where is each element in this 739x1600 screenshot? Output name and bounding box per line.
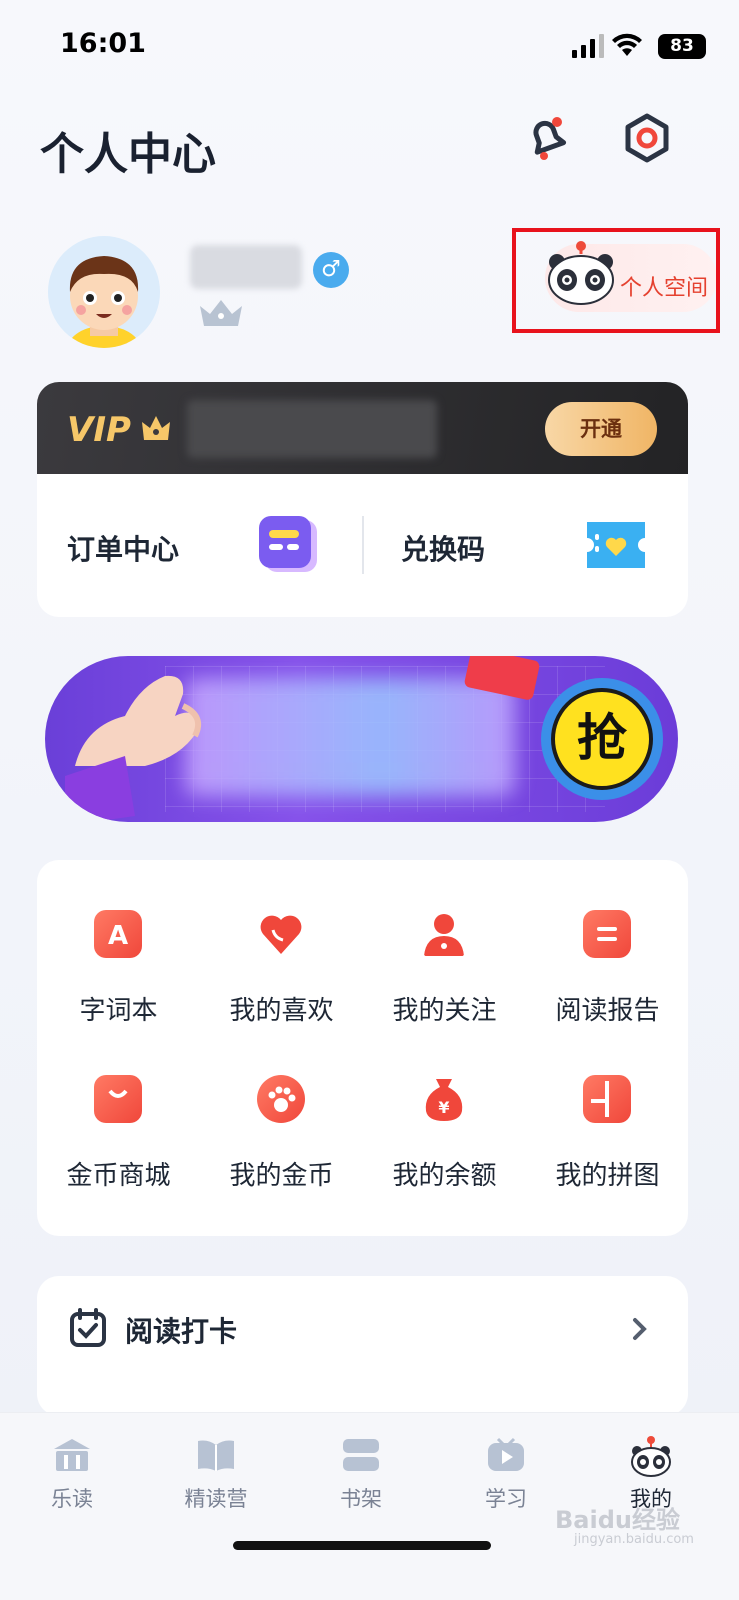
grab-label: 抢 (551, 688, 653, 790)
calendar-check-icon (70, 1308, 106, 1347)
reading-checkin-row[interactable]: 阅读打卡 (37, 1276, 688, 1416)
heart-icon (260, 915, 302, 954)
battery-indicator: 83 (658, 34, 706, 59)
avatar[interactable] (48, 236, 160, 348)
vip-services-card: VIP 开通 订单中心 兑换码 (37, 382, 688, 617)
highlight-box (512, 228, 720, 333)
paw-coin-icon (257, 1075, 305, 1123)
bookshelf-icon (343, 1439, 379, 1471)
feature-word-book[interactable]: A 字词本 (37, 860, 200, 1026)
tab-label: 乐读 (51, 1487, 93, 1511)
red-envelope-icon (464, 656, 540, 700)
watermark-brand: Baidu经验 (555, 1506, 680, 1534)
feature-puzzle[interactable]: 我的拼图 (526, 1025, 689, 1191)
letter-a-icon: A (94, 910, 142, 958)
checkin-label: 阅读打卡 (125, 1315, 238, 1348)
wifi-icon (612, 33, 642, 56)
feature-my-likes[interactable]: 我的喜欢 (200, 860, 363, 1026)
status-bar: 16:01 83 (0, 0, 739, 90)
grab-button[interactable]: 抢 (541, 678, 663, 800)
vip-strip[interactable]: VIP 开通 (37, 382, 688, 474)
tab-label: 精读营 (184, 1487, 248, 1511)
status-time: 16:01 (60, 28, 146, 59)
panda-icon (631, 1436, 671, 1477)
ticket-heart-icon[interactable] (583, 516, 649, 574)
vip-logo: VIP (67, 410, 131, 450)
tab-bookshelf[interactable]: 书架 (306, 1431, 416, 1521)
report-icon (583, 910, 631, 958)
services-divider (362, 516, 364, 574)
order-receipt-icon[interactable] (255, 514, 321, 576)
vip-crown-icon (142, 416, 170, 440)
redeem-code-label[interactable]: 兑换码 (401, 528, 485, 568)
feature-label: 我的喜欢 (229, 996, 334, 1026)
money-bag-icon: ¥ (425, 1079, 463, 1121)
notification-bell-icon[interactable] (519, 110, 575, 166)
tv-play-icon (488, 1437, 524, 1471)
home-indicator[interactable] (233, 1541, 491, 1550)
promo-banner[interactable]: 抢 (45, 656, 678, 822)
puzzle-icon (583, 1075, 631, 1123)
feature-label: 阅读报告 (555, 996, 660, 1026)
feature-balance[interactable]: ¥ 我的余额 (363, 1025, 526, 1191)
feature-reading-report[interactable]: 阅读报告 (526, 860, 689, 1026)
svg-text:¥: ¥ (438, 1098, 449, 1117)
features-grid: A 字词本 我的喜欢 我的关注 阅读报告 金币商城 我的金币 ¥ 我的余额 我的… (37, 860, 688, 1236)
feature-label: 字词本 (79, 996, 158, 1026)
vip-open-button[interactable]: 开通 (545, 402, 657, 456)
cartoon-boy-avatar-icon (48, 236, 160, 348)
feature-label: 我的拼图 (555, 1161, 660, 1191)
chevron-right-icon (633, 1318, 647, 1340)
shopping-bag-icon (94, 1075, 142, 1123)
feature-following[interactable]: 我的关注 (363, 860, 526, 1026)
tab-ledu[interactable]: 乐读 (17, 1431, 127, 1521)
tab-study[interactable]: 学习 (451, 1431, 561, 1521)
gender-male-icon: ♂ (313, 252, 349, 288)
vip-description-blurred (187, 400, 437, 458)
book-icon (198, 1440, 234, 1471)
hand-gesture-icon (65, 675, 201, 822)
feature-my-coins[interactable]: 我的金币 (200, 1025, 363, 1191)
feature-label: 我的余额 (392, 1161, 497, 1191)
page-title: 个人中心 (40, 129, 216, 180)
cellular-signal-icon (572, 34, 604, 58)
tab-jingduying[interactable]: 精读营 (161, 1431, 271, 1521)
order-center-label[interactable]: 订单中心 (67, 528, 179, 568)
person-icon (424, 914, 464, 956)
watermark-url: jingyan.baidu.com (574, 1532, 694, 1547)
feature-label: 我的关注 (392, 996, 497, 1026)
username-blurred (190, 245, 302, 289)
svg-text:A: A (108, 921, 128, 951)
feature-label: 金币商城 (66, 1161, 171, 1191)
feature-coin-mall[interactable]: 金币商城 (37, 1025, 200, 1191)
library-icon (54, 1439, 90, 1471)
tab-label: 书架 (340, 1487, 382, 1511)
feature-label: 我的金币 (229, 1161, 334, 1191)
tab-label: 学习 (485, 1487, 527, 1511)
settings-gear-icon[interactable] (619, 110, 675, 166)
crown-icon (200, 300, 242, 326)
